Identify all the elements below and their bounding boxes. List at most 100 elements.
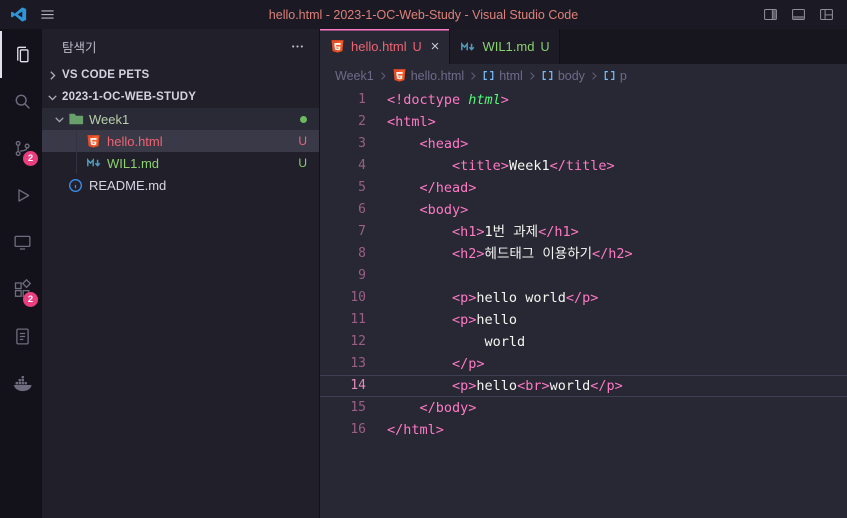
code-line-6[interactable]: 6 <body> — [320, 199, 847, 221]
code-content: </p> — [366, 353, 485, 375]
close-icon[interactable]: × — [431, 39, 440, 54]
toggle-panel-icon[interactable] — [791, 7, 806, 22]
breadcrumb-item-body[interactable]: body — [541, 69, 585, 83]
code-line-13[interactable]: 13 </p> — [320, 353, 847, 375]
code-line-11[interactable]: 11 <p>hello — [320, 309, 847, 331]
code-token: </body> — [419, 400, 477, 416]
code-token: <br> — [517, 378, 550, 394]
code-content: <h1>1번 과제</h1> — [366, 221, 579, 243]
tab-wil1-md[interactable]: WIL1.md U — [450, 29, 561, 64]
file-label: WIL1.md — [107, 155, 160, 171]
tree-item-hello-html[interactable]: hello.html U — [42, 130, 319, 152]
code-token: hello — [476, 312, 518, 328]
html-icon — [330, 39, 345, 54]
toggle-sidebar-icon[interactable] — [763, 7, 778, 22]
code-line-12[interactable]: 12 world — [320, 331, 847, 353]
git-status-badge: U — [540, 39, 550, 54]
code-line-14[interactable]: 14 <p>hello<br>world</p> — [320, 375, 847, 397]
code-token: world — [484, 334, 526, 350]
code-line-4[interactable]: 4 <title>Week1</title> — [320, 155, 847, 177]
code-token: world — [549, 378, 591, 394]
file-label: hello.html — [107, 133, 163, 149]
breadcrumb-label: Week1 — [335, 68, 374, 83]
breadcrumb-item-p[interactable]: p — [603, 69, 627, 83]
code-line-9[interactable]: 9 — [320, 265, 847, 287]
code-line-16[interactable]: 16 </html> — [320, 419, 847, 441]
activity-extensions[interactable]: 2 — [0, 266, 42, 313]
customize-layout-icon[interactable] — [819, 7, 834, 22]
activity-explorer[interactable] — [0, 31, 42, 78]
line-number: 14 — [350, 378, 366, 393]
line-number: 15 — [350, 400, 366, 415]
folder-icon — [68, 111, 86, 127]
section-label: 2023-1-OC-WEB-STUDY — [62, 91, 197, 103]
code-line-10[interactable]: 10 <p>hello world</p> — [320, 287, 847, 309]
tab-hello-html[interactable]: hello.html U × — [320, 29, 451, 64]
line-number: 8 — [358, 246, 366, 261]
code-token: </p> — [590, 378, 623, 394]
files-icon — [12, 44, 33, 65]
menu-icon[interactable] — [40, 7, 55, 22]
code-line-7[interactable]: 7 <h1>1번 과제</h1> — [320, 221, 847, 243]
activity-run-and-debug[interactable] — [0, 172, 42, 219]
docker-icon — [11, 372, 34, 395]
code-token: hello — [476, 378, 518, 394]
chevron-down-icon — [45, 90, 60, 105]
activity-search[interactable] — [0, 78, 42, 125]
titlebar-left — [0, 6, 55, 23]
breadcrumb-item-html[interactable]: html — [482, 69, 523, 83]
activity-badge: 2 — [23, 292, 38, 307]
section-header-2023-1-oc-web-study[interactable]: 2023-1-OC-WEB-STUDY — [42, 86, 319, 108]
activity-remote-explorer[interactable] — [0, 219, 42, 266]
chevron-right-icon — [45, 68, 60, 83]
breadcrumb-item-hello-html[interactable]: hello.html — [392, 68, 464, 83]
line-number: 13 — [350, 356, 366, 371]
code-token: <h2> — [452, 246, 485, 262]
markdown-icon — [460, 39, 476, 55]
file-tree: Week1 hello.html U WIL1.md U README.md — [42, 108, 319, 196]
code-line-3[interactable]: 3 <head> — [320, 133, 847, 155]
line-number: 7 — [358, 224, 366, 239]
code-line-5[interactable]: 5 </head> — [320, 177, 847, 199]
activity-bar: 22 — [0, 29, 42, 518]
code-editor[interactable]: 1 <!doctype html> 2 <html> 3 <head> 4 <title>… — [320, 87, 847, 518]
code-line-8[interactable]: 8 <h2>헤드태그 이용하기</h2> — [320, 243, 847, 265]
tab-label: WIL1.md — [482, 39, 535, 54]
section-header-vs-code-pets[interactable]: VS CODE PETS — [42, 64, 319, 86]
code-token: </head> — [419, 180, 477, 196]
code-content: <p>hello world</p> — [366, 287, 598, 309]
breadcrumb-item-week1[interactable]: Week1 — [335, 69, 374, 83]
git-status-badge: U — [298, 156, 307, 170]
symbol-icon — [482, 69, 495, 82]
layout-controls — [763, 7, 847, 22]
code-line-2[interactable]: 2 <html> — [320, 111, 847, 133]
tab-label: hello.html — [351, 39, 407, 54]
breadcrumb-separator-icon — [526, 70, 538, 82]
titlebar: hello.html - 2023-1-OC-Web-Study - Visua… — [0, 0, 847, 29]
code-token: </p> — [452, 356, 485, 372]
code-content — [366, 265, 387, 287]
code-line-15[interactable]: 15 </body> — [320, 397, 847, 419]
code-line-1[interactable]: 1 <!doctype html> — [320, 89, 847, 111]
chevron-down-icon — [50, 112, 68, 127]
code-content: <!doctype html> — [366, 89, 509, 111]
activity-docker[interactable] — [0, 360, 42, 407]
git-status-badge: U — [298, 134, 307, 148]
activity-badge: 2 — [23, 151, 38, 166]
code-token: </html> — [387, 422, 444, 438]
notebook-icon — [12, 326, 33, 347]
tree-item-readme-md[interactable]: README.md — [42, 174, 319, 196]
more-actions-icon[interactable] — [290, 39, 305, 54]
activity-source-control[interactable]: 2 — [0, 125, 42, 172]
code-token: 헤드태그 이용하기 — [484, 246, 593, 262]
git-changes-dot — [300, 115, 307, 123]
tree-item-wil1-md[interactable]: WIL1.md U — [42, 152, 319, 174]
activity-notebook[interactable] — [0, 313, 42, 360]
tree-item-week1[interactable]: Week1 — [42, 108, 319, 130]
run-icon — [12, 185, 33, 206]
